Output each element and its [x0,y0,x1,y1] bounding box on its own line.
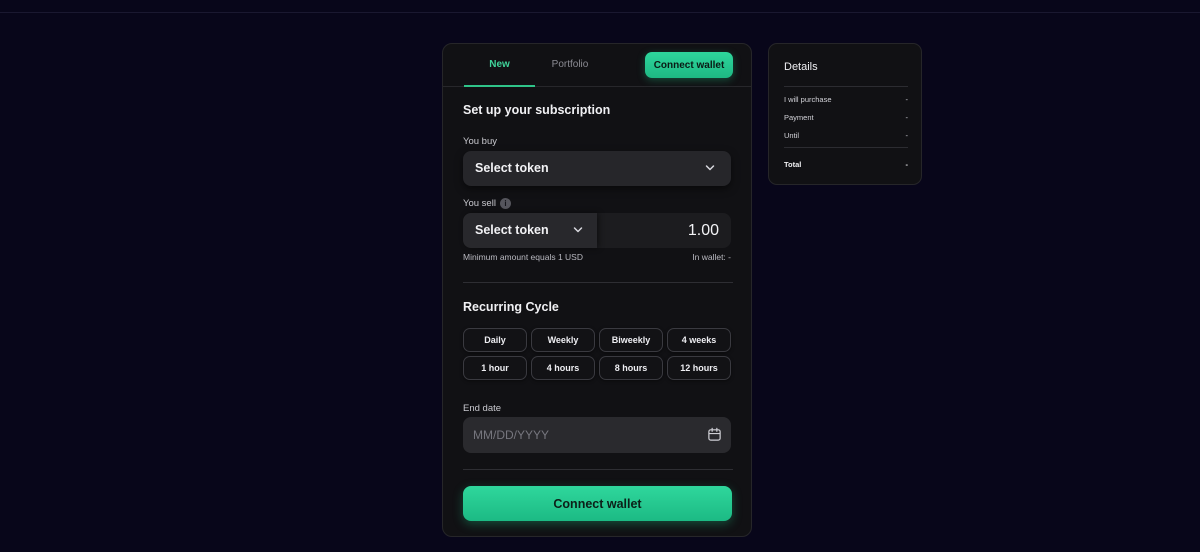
cycle-daily-button[interactable]: Daily [463,328,527,352]
details-title: Details [784,61,818,73]
sell-field: Select token [463,213,731,248]
details-divider [784,86,908,87]
end-date-label: End date [463,403,502,414]
you-buy-label: You buy [463,136,497,147]
in-wallet-balance: In wallet: - [692,252,731,262]
details-total-label: Total [784,160,802,169]
tab-bar: New Portfolio Connect wallet [443,44,751,87]
top-divider [0,12,1200,13]
buy-token-select[interactable]: Select token [463,151,731,186]
details-divider [784,147,908,148]
sell-token-select-label: Select token [475,223,549,237]
details-row-value: - [905,95,909,104]
subscription-card: New Portfolio Connect wallet Set up your… [442,43,752,537]
details-row-value: - [905,131,909,140]
minimum-amount-hint: Minimum amount equals 1 USD [463,252,583,262]
end-date-field [463,417,731,453]
details-row-total: Total - [784,160,908,169]
connect-wallet-header-button[interactable]: Connect wallet [645,52,733,78]
info-icon[interactable]: i [500,198,511,209]
details-row-payment: Payment - [784,113,908,122]
you-sell-label: You sell [463,198,496,209]
section-divider [463,469,733,470]
chevron-down-icon [573,227,583,233]
buy-token-select-label: Select token [475,161,549,175]
details-row-purchase: I will purchase - [784,95,908,104]
end-date-input[interactable] [473,417,693,453]
calendar-icon[interactable] [707,427,722,442]
cycle-8-hours-button[interactable]: 8 hours [599,356,663,380]
details-row-label: Payment [784,113,814,122]
details-row-value: - [905,113,909,122]
sell-amount-input[interactable] [609,213,719,248]
section-divider [463,282,733,283]
details-row-label: I will purchase [784,95,832,104]
cycle-weekly-button[interactable]: Weekly [531,328,595,352]
cycle-1-hour-button[interactable]: 1 hour [463,356,527,380]
tab-portfolio[interactable]: Portfolio [538,44,602,87]
details-row-until: Until - [784,131,908,140]
form-title: Set up your subscription [463,103,611,117]
chevron-down-icon [705,165,715,171]
details-total-value: - [905,160,909,169]
connect-wallet-button[interactable]: Connect wallet [463,486,732,521]
cycle-biweekly-button[interactable]: Biweekly [599,328,663,352]
cycle-4-weeks-button[interactable]: 4 weeks [667,328,731,352]
tab-new[interactable]: New [464,44,535,87]
details-row-label: Until [784,131,800,140]
details-panel: Details I will purchase - Payment - Unti… [768,43,922,185]
sell-token-select[interactable]: Select token [463,213,597,248]
recurring-cycle-title: Recurring Cycle [463,300,559,314]
cycle-4-hours-button[interactable]: 4 hours [531,356,595,380]
cycle-12-hours-button[interactable]: 12 hours [667,356,731,380]
